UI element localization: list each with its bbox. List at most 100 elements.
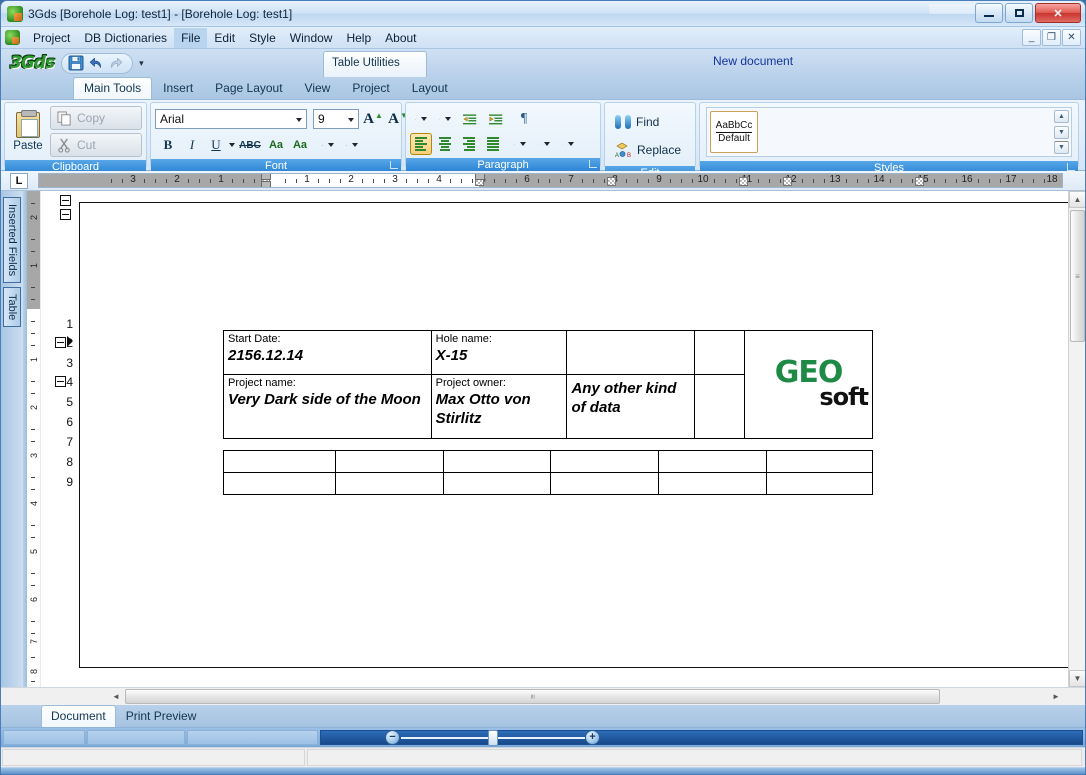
align-left-button[interactable] [410,133,432,155]
text-highlight-button[interactable] [317,134,339,156]
tab-project[interactable]: Project [341,78,400,99]
ruler-first-line-indent[interactable] [261,174,271,180]
underline-chevron-down-icon[interactable] [229,143,235,147]
empty-cell[interactable] [335,450,444,473]
vertical-scrollbar[interactable]: ▲ ≡ ▼ [1068,191,1085,687]
outline-collapse-top[interactable] [60,195,71,206]
document-page[interactable]: Start Date: 2156.12.14 Hole name: X-15 G… [79,202,1085,668]
ruler-right-indent[interactable] [475,174,485,180]
empty-cell[interactable] [658,472,767,495]
font-color-button[interactable] [341,134,363,156]
tab-page-layout[interactable]: Page Layout [204,78,293,99]
tab-view[interactable]: View [294,78,342,99]
menu-item-edit[interactable]: Edit [207,28,242,48]
horizontal-scrollbar[interactable]: ◄ ≡ ► [1,687,1085,705]
empty-cell[interactable] [443,472,551,495]
styles-scroll-up-button[interactable]: ▲ [1054,110,1069,123]
empty-table[interactable] [223,450,873,495]
maximize-button[interactable] [1005,3,1033,23]
styles-dialog-launcher[interactable] [1067,163,1075,171]
empty-cell[interactable] [335,472,444,495]
scroll-up-button[interactable]: ▲ [1069,191,1085,208]
empty-cell[interactable] [550,472,659,495]
tab-document[interactable]: Document [41,705,116,728]
zoom-slider-thumb[interactable] [488,729,498,746]
menu-item-help[interactable]: Help [339,28,378,48]
styles-scroll-down-button[interactable]: ▼ [1054,125,1069,139]
zoom-in-button[interactable]: + [585,730,600,745]
align-right-button[interactable] [458,133,480,155]
empty-cell[interactable] [223,472,336,495]
decrease-indent-button[interactable] [458,108,482,130]
cell-other-data[interactable]: Any other kind of data [566,374,696,439]
header-table[interactable]: Start Date: 2156.12.14 Hole name: X-15 G… [223,330,873,439]
cell-logo[interactable]: GEO soft [744,330,873,439]
replace-button[interactable]: A B Replace [609,137,693,163]
font-size-combobox[interactable]: 9 [313,109,359,129]
font-dialog-launcher[interactable] [390,161,398,169]
empty-cell[interactable] [658,450,767,473]
change-case-button[interactable]: Aa [265,134,287,156]
cell-hole-name[interactable]: Hole name: X-15 [430,330,568,375]
zoom-out-button[interactable]: − [385,730,400,745]
styles-more-button[interactable]: ▼ [1054,141,1069,154]
line-spacing-button[interactable] [509,133,531,155]
italic-button[interactable]: I [181,134,203,156]
zoom-control[interactable]: − + [320,729,1083,746]
tab-print-preview[interactable]: Print Preview [116,706,207,727]
styles-gallery[interactable]: AaBbCc Default ▲ ▼ ▼ [706,107,1072,157]
bold-button[interactable]: B [157,134,179,156]
cell-extra-2[interactable] [694,330,746,375]
highlight-chevron-down-icon[interactable] [328,143,334,147]
strikethrough-button[interactable]: ABC [237,134,263,156]
document-canvas[interactable]: Start Date: 2156.12.14 Hole name: X-15 G… [77,191,1085,687]
underline-button[interactable]: U [205,134,227,156]
cell-start-date[interactable]: Start Date: 2156.12.14 [223,330,432,375]
cut-button[interactable]: Cut [50,133,142,157]
sidebar-tab-inserted-fields[interactable]: Inserted Fields [3,197,21,284]
tab-stop-selector[interactable]: L [10,172,28,189]
empty-cell[interactable] [443,450,551,473]
styles-scrollbar[interactable]: ▲ ▼ ▼ [1054,110,1069,154]
sidebar-tab-table[interactable]: Table [3,287,21,328]
cell-extra-1[interactable] [566,330,696,375]
empty-cell[interactable] [550,450,659,473]
contextual-tab-table-utilities[interactable]: Table Utilities [323,51,427,77]
show-formatting-marks-button[interactable]: ¶ [513,108,535,130]
menu-item-style[interactable]: Style [242,28,283,48]
minimize-button[interactable] [975,3,1003,23]
scroll-left-button[interactable]: ◄ [107,692,125,701]
horizontal-ruler[interactable]: 3 2 1 1 2 3 4 5 6 7 8 9 10 11 12 13 14 1… [38,173,1063,188]
tab-insert[interactable]: Insert [152,78,204,99]
horizontal-scroll-thumb[interactable]: ≡ [125,689,940,704]
justify-button[interactable] [482,133,504,155]
cell-project-name[interactable]: Project name: Very Dark side of the Moon [223,374,432,439]
undo-icon[interactable] [88,55,104,71]
vertical-scroll-thumb[interactable]: ≡ [1070,210,1085,342]
clear-formatting-button[interactable]: Aa [289,134,311,156]
empty-cell[interactable] [223,450,336,473]
tab-layout[interactable]: Layout [401,78,459,99]
paste-button[interactable]: Paste [9,109,47,152]
borders-button[interactable] [557,133,579,155]
grow-font-button[interactable]: A ▲ [362,108,384,130]
ruler-hanging-indent[interactable] [261,181,271,187]
cell-extra-3[interactable] [694,374,746,439]
scroll-down-button[interactable]: ▼ [1069,670,1085,687]
menu-item-db-dictionaries[interactable]: DB Dictionaries [77,28,174,48]
mdi-restore-button[interactable]: ❐ [1042,29,1061,46]
quick-access-dropdown[interactable]: ▾ [139,58,144,69]
outline-collapse-top2[interactable] [60,209,71,220]
menu-app-icon[interactable] [5,30,20,45]
mdi-minimize-button[interactable]: _ [1022,29,1041,46]
copy-button[interactable]: Copy [50,106,142,130]
shading-chevron-down-icon[interactable] [544,142,550,146]
ruler-tabstop-12[interactable] [783,177,792,186]
style-item-default[interactable]: AaBbCc Default [710,111,758,153]
line-spacing-chevron-down-icon[interactable] [520,142,526,146]
find-button[interactable]: Find [609,109,693,135]
vertical-ruler[interactable]: 2 1 1 2 3 4 5 6 7 8 [27,191,41,687]
font-size-chevron-down-icon[interactable] [348,118,354,122]
cell-project-owner[interactable]: Project owner: Max Otto von Stirlitz [430,374,568,439]
paragraph-dialog-launcher[interactable] [589,160,597,168]
